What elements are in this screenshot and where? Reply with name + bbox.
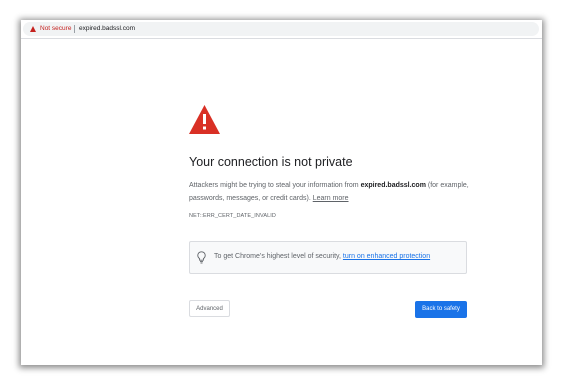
- warning-triangle-icon[interactable]: [30, 26, 36, 32]
- url-text[interactable]: expired.badssl.com: [79, 24, 135, 34]
- advanced-button[interactable]: Advanced: [189, 300, 230, 317]
- warning-triangle-icon: [189, 105, 220, 134]
- omnibox-separator: [74, 25, 75, 33]
- page-title: Your connection is not private: [189, 155, 353, 169]
- enhanced-protection-link[interactable]: turn on enhanced protection: [343, 253, 430, 260]
- domain-name: expired.badssl.com: [360, 182, 426, 189]
- lightbulb-icon: [197, 251, 206, 264]
- enhanced-protection-prefix: To get Chrome’s highest level of securit…: [214, 253, 343, 260]
- enhanced-protection-text: To get Chrome’s highest level of securit…: [214, 253, 430, 260]
- back-to-safety-button[interactable]: Back to safety: [415, 301, 467, 318]
- enhanced-protection-box: To get Chrome’s highest level of securit…: [189, 241, 467, 274]
- error-code: NET::ERR_CERT_DATE_INVALID: [189, 213, 276, 219]
- learn-more-link[interactable]: Learn more: [313, 195, 349, 202]
- not-secure-label[interactable]: Not secure: [40, 24, 71, 34]
- browser-window: Not secure expired.badssl.com Your conne…: [21, 20, 542, 365]
- address-bar-area: Not secure expired.badssl.com: [21, 20, 542, 39]
- error-description: Attackers might be trying to steal your …: [189, 179, 469, 205]
- description-text: Attackers might be trying to steal your …: [189, 182, 361, 189]
- omnibox[interactable]: Not secure expired.badssl.com: [23, 22, 539, 36]
